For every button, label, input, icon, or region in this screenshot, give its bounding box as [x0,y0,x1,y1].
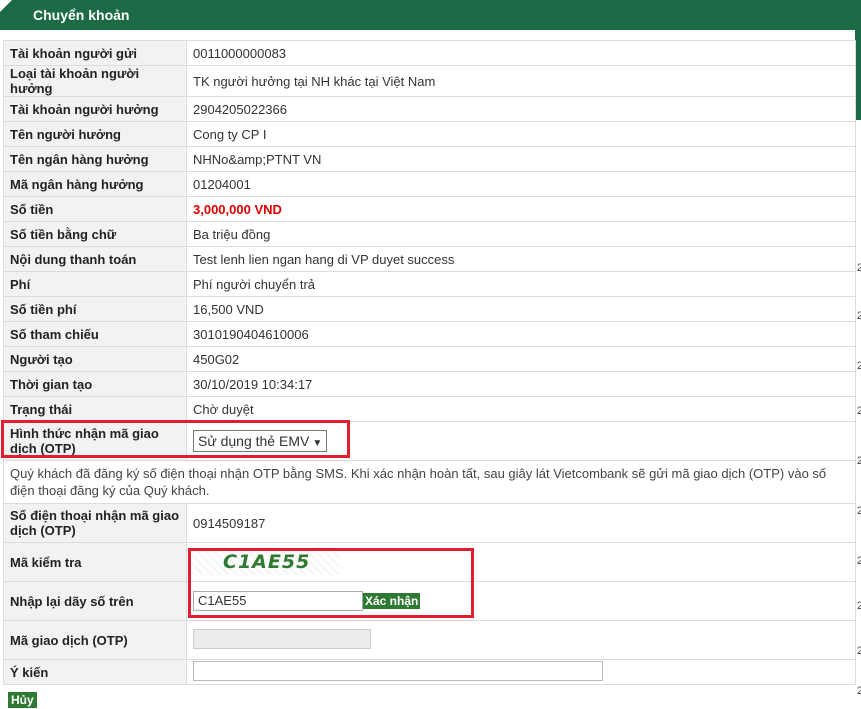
table-row: Tên ngân hàng hưởng NHNo&amp;PTNT VN [3,146,856,172]
created-time-label: Thời gian tạo [3,371,187,397]
payment-content-label: Nội dung thanh toán [3,246,187,272]
side-mark: 2 [857,555,861,567]
table-row: Số tiền phí 16,500 VND [3,296,856,322]
fee-value: Phí người chuyển trả [186,271,856,297]
comment-cell [186,659,856,685]
beneficiary-name-label: Tên người hưởng [3,121,187,147]
creator-value: 450G02 [186,346,856,372]
page-title: Chuyển khoản [33,7,130,23]
side-mark: 2 [857,645,861,657]
sender-account-value: 0011000000083 [186,40,856,66]
beneficiary-type-value: TK người hưởng tại NH khác tại Việt Nam [186,65,856,97]
table-row: Tài khoản người hưởng 2904205022366 [3,96,856,122]
otp-phone-label: Số điện thoại nhận mã giao dịch (OTP) [3,503,187,543]
fee-amount-label: Số tiền phí [3,296,187,322]
status-value: Chờ duyệt [186,396,856,422]
reference-label: Số tham chiếu [3,321,187,347]
table-row: Số tiền 3,000,000 VND [3,196,856,222]
table-row: Số điện thoại nhận mã giao dịch (OTP) 09… [3,503,856,543]
table-row: Mã ngân hàng hưởng 01204001 [3,171,856,197]
bank-name-label: Tên ngân hàng hưởng [3,146,187,172]
reference-value: 3010190404610006 [186,321,856,347]
beneficiary-account-value: 2904205022366 [186,96,856,122]
comment-label: Ý kiến [3,659,187,685]
fee-label: Phí [3,271,187,297]
cancel-button[interactable]: Hủy [8,692,37,708]
captcha-label: Mã kiểm tra [3,542,187,582]
beneficiary-type-label: Loại tài khoản người hưởng [3,65,187,97]
captcha-highlight-box [188,548,474,618]
side-mark: 2 [857,360,861,372]
table-row: Phí Phí người chuyển trả [3,271,856,297]
captcha-input-label: Nhập lại dãy số trên [3,581,187,621]
beneficiary-name-value: Cong ty CP I [186,121,856,147]
created-time-value: 30/10/2019 10:34:17 [186,371,856,397]
amount-cell: 3,000,000 VND [186,196,856,222]
fee-amount-value: 16,500 VND [186,296,856,322]
otp-code-input [193,628,371,649]
otp-note: Quý khách đã đăng ký số điện thoại nhận … [3,460,856,504]
otp-phone-value: 0914509187 [186,503,856,543]
table-row: Nội dung thanh toán Test lenh lien ngan … [3,246,856,272]
table-row: Trạng thái Chờ duyệt [3,396,856,422]
table-row: Ý kiến [3,659,856,685]
side-mark: 2 [857,600,861,612]
side-mark: 2 [857,262,861,274]
otp-method-highlight-box [1,420,350,458]
payment-content-value: Test lenh lien ngan hang di VP duyet suc… [186,246,856,272]
table-row: Mã giao dịch (OTP) [3,620,856,660]
amount-words-value: Ba triệu đồng [186,221,856,247]
bank-code-value: 01204001 [186,171,856,197]
status-label: Trạng thái [3,396,187,422]
page-header: Chuyển khoản [0,0,861,30]
table-row: Loại tài khoản người hưởng TK người hưởn… [3,65,856,97]
comment-input[interactable] [193,660,603,681]
table-row: Thời gian tạo 30/10/2019 10:34:17 [3,371,856,397]
header-corner-decoration [0,0,12,12]
table-row: Quý khách đã đăng ký số điện thoại nhận … [3,460,856,504]
side-mark: 2 [857,455,861,467]
otp-code-cell [186,620,856,660]
table-row: Tên người hưởng Cong ty CP I [3,121,856,147]
amount-label: Số tiền [3,196,187,222]
bank-code-label: Mã ngân hàng hưởng [3,171,187,197]
otp-code-label: Mã giao dịch (OTP) [3,620,187,660]
table-row: Người tạo 450G02 [3,346,856,372]
side-mark: 2 [857,685,861,697]
sender-account-label: Tài khoản người gửi [3,40,187,66]
amount-words-label: Số tiền bằng chữ [3,221,187,247]
table-row: Số tham chiếu 3010190404610006 [3,321,856,347]
amount-value: 3,000,000 VND [193,201,282,217]
side-mark: 2 [857,310,861,322]
side-mark: 2 [857,505,861,517]
bank-name-value: NHNo&amp;PTNT VN [186,146,856,172]
beneficiary-account-label: Tài khoản người hưởng [3,96,187,122]
side-mark: 2 [857,405,861,417]
table-row: Số tiền bằng chữ Ba triệu đồng [3,221,856,247]
creator-label: Người tạo [3,346,187,372]
table-row: Tài khoản người gửi 0011000000083 [3,40,856,66]
